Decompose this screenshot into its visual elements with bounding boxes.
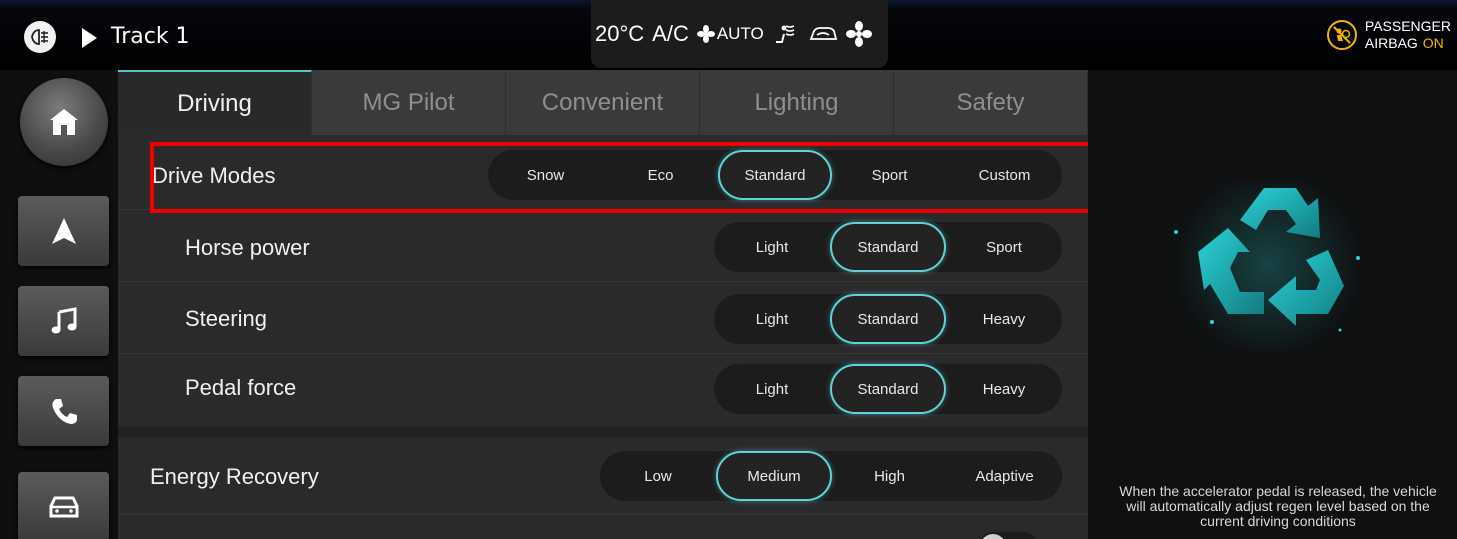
steering-label: Steering <box>185 306 267 331</box>
horse-power-sport[interactable]: Sport <box>946 222 1062 272</box>
airbag-state: ON <box>1422 35 1444 51</box>
energy-recovery-selector: Low Medium High Adaptive <box>600 451 1062 501</box>
airbag-line1: PASSENGER <box>1364 18 1451 34</box>
horse-power-selector: Light Standard Sport <box>714 222 1062 272</box>
vehicle-button[interactable] <box>18 472 109 539</box>
pedal-force-heavy[interactable]: Heavy <box>946 364 1062 414</box>
horse-power-row: Horse power Light Standard Sport <box>118 212 1088 282</box>
horse-power-standard[interactable]: Standard <box>830 222 946 272</box>
energy-recovery-label: Energy Recovery <box>150 464 319 489</box>
home-button[interactable] <box>20 78 108 166</box>
recycle-icon <box>1173 180 1363 350</box>
temperature-value: 20°C <box>595 21 645 46</box>
pedal-force-label: Pedal force <box>185 375 297 400</box>
tab-lighting[interactable]: Lighting <box>700 70 894 135</box>
recirculation-icon <box>809 27 837 40</box>
airbag-icon <box>1326 20 1357 50</box>
steering-standard[interactable]: Standard <box>830 294 946 344</box>
airbag-text: PASSENGER AIRBAG ON <box>1365 18 1451 52</box>
section-divider <box>118 427 1088 437</box>
energy-recovery-high[interactable]: High <box>832 451 947 501</box>
tab-safety[interactable]: Safety <box>894 70 1088 135</box>
phone-button[interactable] <box>18 376 109 446</box>
ac-label: A/C <box>652 21 689 46</box>
play-icon[interactable] <box>82 28 97 48</box>
fan-auto: AUTO <box>696 24 764 44</box>
track-title[interactable]: Track 1 <box>111 24 190 49</box>
music-button[interactable] <box>18 286 109 356</box>
settings-tabs: Driving MG Pilot Convenient Lighting Saf… <box>118 70 1088 135</box>
navigation-icon <box>51 218 76 244</box>
info-description: When the accelerator pedal is released, … <box>1119 483 1437 529</box>
car-icon <box>49 496 78 518</box>
music-icon <box>51 307 76 334</box>
phone-icon <box>51 399 77 424</box>
tab-convenient[interactable]: Convenient <box>506 70 700 135</box>
home-icon <box>50 109 78 135</box>
steering-row: Steering Light Standard Heavy <box>118 282 1088 354</box>
front-fog-light-icon[interactable] <box>24 21 56 53</box>
pedal-force-light[interactable]: Light <box>714 364 830 414</box>
pedal-force-standard[interactable]: Standard <box>830 364 946 414</box>
fan-speed-icon <box>845 21 872 47</box>
highlight-box <box>150 142 1094 213</box>
navigation-button[interactable] <box>18 196 109 266</box>
passenger-airbag-status: PASSENGER AIRBAG ON <box>1326 18 1451 52</box>
energy-recovery-row: Energy Recovery Low Medium High Adaptive <box>118 437 1088 515</box>
info-panel: When the accelerator pedal is released, … <box>1088 70 1457 539</box>
fan-mode-label: AUTO <box>716 24 764 43</box>
settings-panel: Driving MG Pilot Convenient Lighting Saf… <box>118 70 1088 539</box>
energy-recovery-adaptive[interactable]: Adaptive <box>947 451 1062 501</box>
tab-mg-pilot[interactable]: MG Pilot <box>312 70 506 135</box>
fan-icon <box>696 25 715 43</box>
horse-power-light[interactable]: Light <box>714 222 830 272</box>
status-bar: Track 1 20°C A/C AUTO PASSENGER AIRBAG O… <box>0 0 1457 70</box>
partial-toggle[interactable] <box>978 532 1038 539</box>
steering-light[interactable]: Light <box>714 294 830 344</box>
left-nav <box>0 70 118 539</box>
airflow-seat-icon <box>775 25 795 43</box>
airbag-line2: AIRBAG <box>1364 35 1418 51</box>
steering-selector: Light Standard Heavy <box>714 294 1062 344</box>
tab-driving[interactable]: Driving <box>118 70 312 135</box>
energy-recovery-low[interactable]: Low <box>600 451 716 501</box>
climate-panel[interactable]: 20°C A/C AUTO <box>591 0 888 68</box>
energy-recovery-medium[interactable]: Medium <box>716 451 832 501</box>
horse-power-label: Horse power <box>185 235 310 260</box>
pedal-force-row: Pedal force Light Standard Heavy <box>118 354 1088 427</box>
steering-heavy[interactable]: Heavy <box>946 294 1062 344</box>
pedal-force-selector: Light Standard Heavy <box>714 364 1062 414</box>
